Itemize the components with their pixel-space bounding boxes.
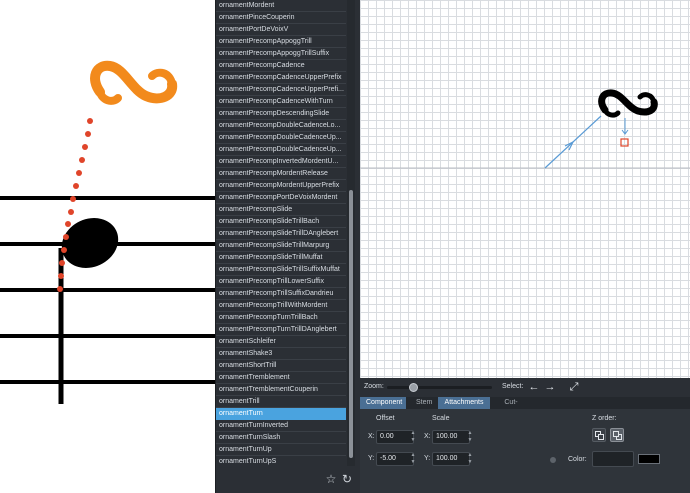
- glyph-list-item[interactable]: ornamentTremblementCouperin: [216, 384, 346, 396]
- component-tab-content: Offset Scale X: 0.00 ▲ ▼ X: 100.00 ▲ ▼ Y: …: [360, 409, 690, 493]
- glyph-list-item[interactable]: ornamentPrecompDoubleCadenceUp...: [216, 144, 346, 156]
- glyph-list-item[interactable]: ornamentMordent: [216, 0, 346, 12]
- glyph-list-item[interactable]: ornamentPrecompCadence: [216, 60, 346, 72]
- list-scrollbar[interactable]: [347, 0, 355, 466]
- scale-y-field[interactable]: 100.00: [432, 452, 470, 466]
- canvas-drawing: [360, 89, 690, 169]
- note-head: [61, 218, 119, 268]
- glyph-list-item[interactable]: ornamentPrecompMordentRelease: [216, 168, 346, 180]
- glyph-list-item[interactable]: ornamentPrecompAppoggTrill: [216, 36, 346, 48]
- glyph-list-item[interactable]: ornamentPortDeVoixV: [216, 24, 346, 36]
- glyph-list-item[interactable]: ornamentPrecompCadenceUpperPrefi...: [216, 84, 346, 96]
- glyph-list-item[interactable]: ornamentTurnSlash: [216, 432, 346, 444]
- color-enable-toggle[interactable]: [550, 457, 556, 463]
- scale-y-stepper[interactable]: ▲ ▼: [466, 452, 474, 466]
- glyph-list-item[interactable]: ornamentPrecompCadenceUpperPrefix: [216, 72, 346, 84]
- offset-x-stepper[interactable]: ▲ ▼: [409, 430, 417, 444]
- glyph-list: ornamentMordent ornamentPinceCouperin orna…: [216, 0, 346, 466]
- glyph-list-item[interactable]: ornamentPrecompTurnTrillBach: [216, 312, 346, 324]
- glyph-list-panel: ornamentMordent ornamentPinceCouperin orna…: [215, 0, 356, 493]
- list-footer: ☆ ↻: [216, 466, 356, 493]
- glyph-editor: Zoom: Select: ← → ⤢ Component Stem Attac…: [355, 0, 690, 493]
- glyph-list-item[interactable]: ornamentPrecompAppoggTrillSuffix: [216, 48, 346, 60]
- select-next-button[interactable]: →: [543, 380, 557, 394]
- offset-y-stepper[interactable]: ▲ ▼: [409, 452, 417, 466]
- tab-component[interactable]: Component: [360, 397, 406, 409]
- glyph-list-item[interactable]: ornamentPrecompTrillLowerSuffix: [216, 276, 346, 288]
- glyph-list-item[interactable]: ornamentPrecompTrillSuffixDandrieu: [216, 288, 346, 300]
- glyph-list-item[interactable]: ornamentPrecompInvertedMordentU...: [216, 156, 346, 168]
- anchor-point: [620, 138, 629, 147]
- editor-controls: Zoom: Select: ← → ⤢ Component Stem Attac…: [355, 378, 690, 493]
- glyph-list-item[interactable]: ornamentTurn: [216, 408, 346, 420]
- glyph-canvas[interactable]: [360, 0, 690, 378]
- scale-x-label: X:: [424, 433, 431, 440]
- glyph-list-item[interactable]: ornamentPrecompSlideTrillMarpurg: [216, 240, 346, 252]
- illustration-canvas: [0, 60, 215, 404]
- list-scroll-thumb[interactable]: [349, 190, 353, 458]
- select-previous-button[interactable]: ←: [527, 380, 541, 394]
- tab-stem[interactable]: Stem: [410, 397, 434, 409]
- zoom-slider[interactable]: [387, 383, 492, 392]
- reset-icon[interactable]: ↻: [340, 472, 354, 486]
- glyph-list-item[interactable]: ornamentPrecompCadenceWithTurn: [216, 96, 346, 108]
- scale-x-stepper[interactable]: ▲ ▼: [466, 430, 474, 444]
- turn-glyph: [598, 89, 658, 118]
- music-illustration: [0, 0, 215, 493]
- tab-bar: Component Stem Attachments Cut-outs: [360, 397, 690, 418]
- glyph-list-item[interactable]: ornamentPrecompMordentUpperPrefix: [216, 180, 346, 192]
- glyph-list-item[interactable]: ornamentPrecompTurnTrillDAnglebert: [216, 324, 346, 336]
- glyph-list-item[interactable]: ornamentPrecompSlide: [216, 204, 346, 216]
- select-label: Select:: [502, 383, 524, 390]
- glyph-list-item[interactable]: ornamentShake3: [216, 348, 346, 360]
- z-order-label: Z order:: [592, 415, 617, 422]
- glyph-list-item[interactable]: ornamentPrecompTrillWithMordent: [216, 300, 346, 312]
- tab-attachments[interactable]: Attachments: [438, 397, 490, 409]
- glyph-list-item[interactable]: ornamentPinceCouperin: [216, 12, 346, 24]
- glyph-list-item[interactable]: ornamentTrill: [216, 396, 346, 408]
- glyph-list-item[interactable]: ornamentTurnInverted: [216, 420, 346, 432]
- color-input[interactable]: [592, 451, 634, 467]
- turn-ornament-glyph: [90, 60, 178, 105]
- glyph-list-item[interactable]: ornamentTurnUpS: [216, 456, 346, 466]
- glyph-list-item[interactable]: ornamentPrecompSlideTrillDAnglebert: [216, 228, 346, 240]
- offset-x-label: X:: [368, 433, 375, 440]
- send-backward-icon[interactable]: [592, 428, 606, 442]
- glyph-list-item[interactable]: ornamentPrecompDoubleCadenceUp...: [216, 132, 346, 144]
- glyph-list-item[interactable]: ornamentTremblement: [216, 372, 346, 384]
- scale-x-field[interactable]: 100.00: [432, 430, 470, 444]
- color-chip[interactable]: [638, 454, 660, 464]
- glyph-list-item[interactable]: ornamentPrecompDoubleCadenceLo...: [216, 120, 346, 132]
- bring-forward-icon[interactable]: [610, 428, 624, 442]
- zoom-row: Zoom: Select: ← → ⤢: [355, 378, 690, 396]
- glyph-list-item[interactable]: ornamentTurnUp: [216, 444, 346, 456]
- zoom-label: Zoom:: [364, 383, 384, 390]
- glyph-list-item[interactable]: ornamentShortTrill: [216, 360, 346, 372]
- glyph-list-item[interactable]: ornamentPrecompPortDeVoixMordent: [216, 192, 346, 204]
- glyph-list-item[interactable]: ornamentPrecompSlideTrillMuffat: [216, 252, 346, 264]
- glyph-list-item[interactable]: ornamentSchleifer: [216, 336, 346, 348]
- fit-view-button[interactable]: ⤢: [567, 380, 581, 394]
- star-icon[interactable]: ☆: [324, 472, 338, 486]
- glyph-list-item[interactable]: ornamentPrecompDescendingSlide: [216, 108, 346, 120]
- offset-label: Offset: [376, 415, 395, 422]
- tab-cut-outs[interactable]: Cut-outs: [494, 397, 528, 418]
- glyph-list-item[interactable]: ornamentPrecompSlideTrillSuffixMuffat: [216, 264, 346, 276]
- color-label: Color:: [568, 456, 587, 463]
- scale-label: Scale: [432, 415, 450, 422]
- glyph-list-item[interactable]: ornamentPrecompSlideTrillBach: [216, 216, 346, 228]
- offset-y-label: Y:: [368, 455, 375, 462]
- scale-y-label: Y:: [424, 455, 431, 462]
- zoom-slider-thumb[interactable]: [409, 383, 419, 392]
